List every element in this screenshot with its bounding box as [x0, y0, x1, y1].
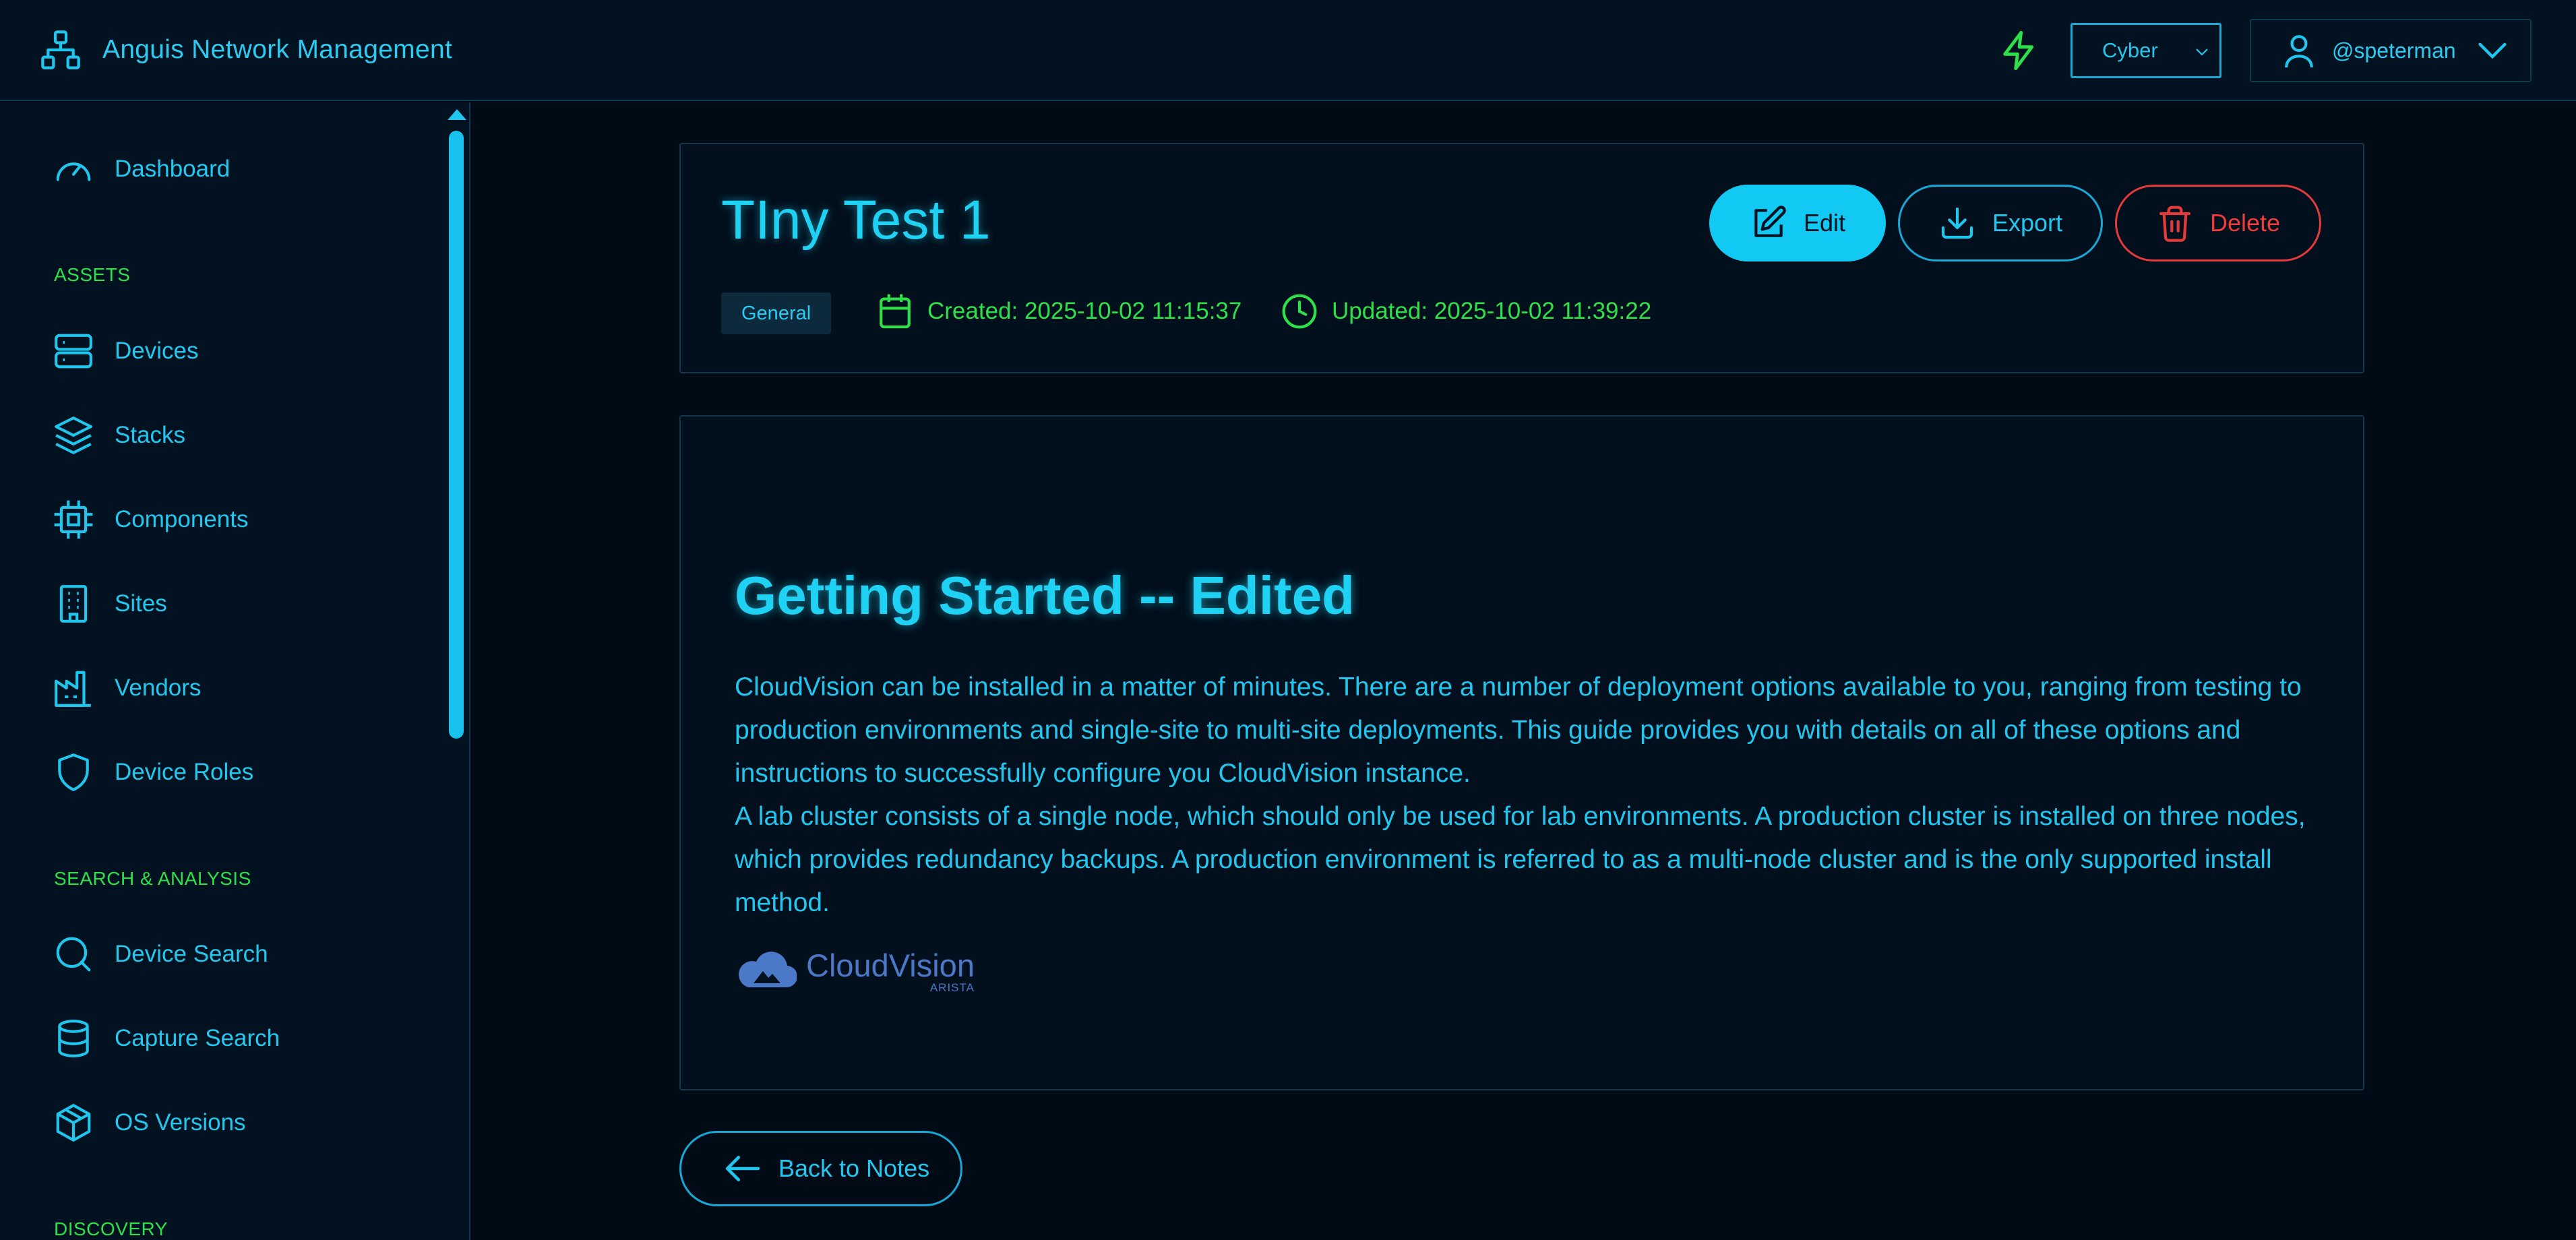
- updated-timestamp: Updated: 2025-10-02 11:39:22: [1281, 291, 1651, 332]
- section-label-discovery: DISCOVERY: [54, 1218, 168, 1239]
- theme-select-value: Cyber: [2102, 38, 2158, 62]
- delete-button-label: Delete: [2209, 209, 2281, 237]
- sidebar-item-device-roles[interactable]: Device Roles: [53, 749, 253, 796]
- note-header-card: TIny Test 1 General Created: 2025-10-02 …: [679, 143, 2364, 373]
- network-icon: [41, 30, 80, 69]
- sidebar-item-os-versions[interactable]: OS Versions: [53, 1099, 246, 1146]
- edit-button-label: Edit: [1803, 209, 1846, 237]
- factory-icon: [55, 671, 91, 707]
- sidebar-item-label: Components: [115, 506, 249, 532]
- content-paragraph: CloudVision can be installed in a matter…: [735, 673, 2302, 788]
- edit-button[interactable]: Edit: [1709, 185, 1886, 261]
- delete-button[interactable]: Delete: [2115, 185, 2321, 261]
- user-menu[interactable]: @speterman: [2250, 19, 2532, 82]
- server-icon: [55, 334, 92, 369]
- sidebar-item-device-search[interactable]: Device Search: [53, 931, 268, 978]
- sidebar-item-label: OS Versions: [115, 1109, 246, 1136]
- export-button-label: Export: [1992, 209, 2063, 237]
- edit-icon: [1754, 206, 1786, 237]
- content-paragraph: A lab cluster consists of a single node,…: [735, 802, 2306, 917]
- category-badge: General: [721, 292, 832, 334]
- cloud-logo-icon: [739, 952, 797, 988]
- app-title: Anguis Network Management: [102, 35, 453, 64]
- download-icon: [1941, 207, 1973, 239]
- username: @speterman: [2332, 38, 2456, 63]
- search-icon: [56, 937, 91, 972]
- brand-link[interactable]: Anguis Network Management: [39, 28, 452, 71]
- sidebar-item-label: Device Roles: [115, 759, 254, 785]
- note-content-card: Getting Started -- Edited CloudVision ca…: [679, 415, 2364, 1090]
- clock-icon: [1282, 294, 1317, 329]
- sidebar-item-label: Vendors: [115, 675, 202, 701]
- section-label-assets: ASSETS: [54, 264, 131, 285]
- database-icon: [58, 1020, 89, 1057]
- scroll-up-arrow[interactable]: [448, 109, 466, 120]
- sidebar-item-label: Dashboard: [115, 156, 231, 182]
- trash-icon: [2159, 206, 2191, 242]
- top-header: Anguis Network Management Cyber @speterm…: [0, 0, 2576, 101]
- section-label-search-analysis: SEARCH & ANALYSIS: [54, 868, 251, 889]
- export-button[interactable]: Export: [1898, 185, 2103, 261]
- sidebar-item-sites[interactable]: Sites: [53, 580, 167, 627]
- back-button-label: Back to Notes: [778, 1154, 930, 1182]
- updated-text: Updated: 2025-10-02 11:39:22: [1332, 298, 1652, 324]
- sidebar: Dashboard ASSETS Devices Stacks Componen…: [0, 102, 470, 1240]
- shield-icon: [58, 753, 89, 791]
- building-icon: [59, 585, 88, 623]
- arrow-left-icon: [725, 1156, 760, 1181]
- calendar-icon: [880, 294, 911, 329]
- theme-select[interactable]: Cyber: [2071, 23, 2221, 78]
- sidebar-item-vendors[interactable]: Vendors: [53, 664, 201, 712]
- cloudvision-logo: CloudVision ARISTA: [735, 949, 975, 995]
- user-icon: [2285, 35, 2313, 68]
- sidebar-item-label: Capture Search: [115, 1025, 280, 1051]
- sidebar-item-label: Stacks: [115, 422, 186, 448]
- chevron-down-icon: [2196, 49, 2208, 56]
- back-to-notes-button[interactable]: Back to Notes: [679, 1131, 962, 1206]
- sidebar-item-stacks[interactable]: Stacks: [53, 412, 185, 459]
- created-timestamp: Created: 2025-10-02 11:15:37: [876, 291, 1241, 332]
- layers-icon: [55, 416, 92, 454]
- sidebar-item-label: Devices: [115, 338, 199, 364]
- sidebar-item-label: Sites: [115, 590, 167, 617]
- logo-subtext: ARISTA: [929, 981, 975, 994]
- created-text: Created: 2025-10-02 11:15:37: [927, 298, 1242, 324]
- sidebar-item-devices[interactable]: Devices: [53, 328, 198, 375]
- content-heading: Getting Started -- Edited: [735, 565, 1355, 625]
- note-title: TIny Test 1: [721, 189, 991, 251]
- bolt-icon[interactable]: [1998, 29, 2041, 72]
- sidebar-item-dashboard[interactable]: Dashboard: [53, 146, 230, 193]
- chevron-down-icon: [2478, 42, 2507, 59]
- chip-icon: [54, 500, 93, 539]
- sidebar-item-capture-search[interactable]: Capture Search: [53, 1015, 280, 1062]
- sidebar-item-components[interactable]: Components: [53, 496, 248, 543]
- sidebar-scrollbar[interactable]: [449, 131, 464, 739]
- speedometer-icon: [56, 162, 91, 181]
- package-icon: [56, 1104, 91, 1142]
- logo-text: CloudVision: [806, 948, 975, 983]
- sidebar-item-label: Device Search: [115, 941, 268, 967]
